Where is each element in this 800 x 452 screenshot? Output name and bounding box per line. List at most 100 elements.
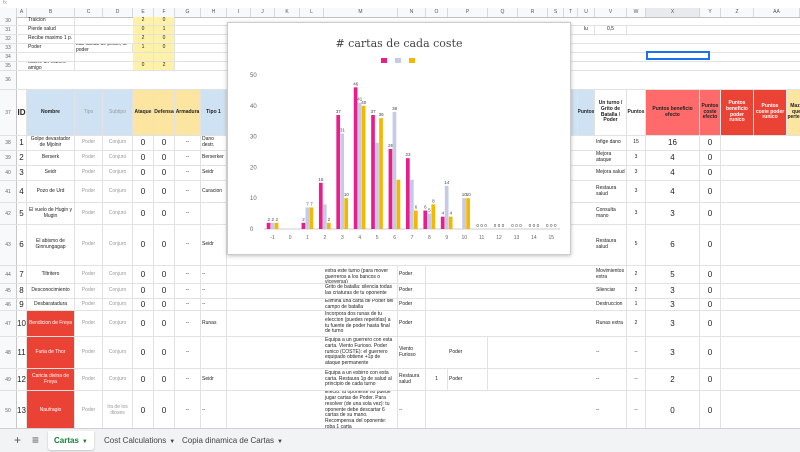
id-cell[interactable]: 10	[17, 311, 27, 336]
column-header-e[interactable]: E	[133, 8, 154, 17]
value-cell[interactable]: 1	[154, 26, 175, 34]
all-sheets-menu-icon[interactable]: ≡	[32, 433, 39, 447]
armadura-cell[interactable]: --	[175, 284, 201, 298]
puntos-cell[interactable]: --	[627, 337, 646, 368]
bar[interactable]	[344, 198, 349, 229]
beneficio-cell[interactable]: 3	[646, 299, 700, 310]
id-cell[interactable]: 4	[17, 181, 27, 202]
id-cell[interactable]: 7	[17, 266, 27, 283]
un-turno-cell[interactable]: --	[595, 391, 627, 428]
bar[interactable]	[379, 118, 383, 229]
tipo1-header[interactable]: Tipo 1	[201, 90, 227, 135]
un-turno-cell[interactable]: Destruccion	[595, 299, 627, 310]
name-cell[interactable]: Pozo de Urd	[27, 181, 75, 202]
side-label[interactable]: lu	[578, 26, 595, 34]
row-number[interactable]: 39	[0, 151, 17, 165]
armadura-header[interactable]: Armadura	[175, 90, 201, 135]
bar[interactable]	[448, 216, 453, 229]
puntos-cell[interactable]: 3	[627, 166, 646, 180]
id-cell[interactable]: 2	[17, 151, 27, 165]
column-header-p[interactable]: P	[448, 8, 488, 17]
mazo-cell[interactable]: Ma	[787, 181, 800, 202]
beneficio-cell[interactable]: 0	[646, 391, 700, 428]
beneficio-header[interactable]: Puntos beneficio efecto	[646, 90, 700, 135]
column-header-v[interactable]: V	[595, 8, 627, 17]
chevron-down-icon[interactable]: ▼	[82, 439, 88, 445]
select-all-corner[interactable]	[0, 8, 17, 17]
id-cell[interactable]: 6	[17, 225, 27, 265]
mazo-cell[interactable]: Ma	[787, 284, 800, 298]
armadura-cell[interactable]: --	[175, 136, 201, 150]
tipo-cell[interactable]: Poder	[75, 284, 103, 298]
puntos-cell[interactable]: 15	[627, 136, 646, 150]
coste-cell[interactable]: 0	[700, 337, 721, 368]
coste-cell[interactable]: 0	[700, 151, 721, 165]
tipo-cell[interactable]: Poder	[75, 166, 103, 180]
value-cell[interactable]: 2	[133, 17, 154, 25]
selected-cell[interactable]	[646, 51, 710, 60]
row-number[interactable]: 38	[0, 136, 17, 150]
row-number[interactable]: 40	[0, 166, 17, 180]
side-value[interactable]: 0,5	[595, 26, 627, 34]
subtipo-cell[interactable]: Conjuro	[103, 369, 133, 390]
column-header-u[interactable]: U	[578, 8, 595, 17]
tipo-cell[interactable]: Poder	[75, 337, 103, 368]
defensa-cell[interactable]: 0	[154, 181, 175, 202]
row-number[interactable]: 32	[0, 35, 17, 43]
defensa-cell[interactable]: 0	[154, 151, 175, 165]
beneficio-cell[interactable]: 4	[646, 151, 700, 165]
row-number[interactable]: 44	[0, 266, 17, 283]
ataque-cell[interactable]: 0	[133, 225, 154, 265]
column-header-j[interactable]: J	[251, 8, 275, 17]
name-cell[interactable]: El abismo de Ginnungagap	[27, 225, 75, 265]
coste-efecto-header[interactable]: Puntos coste efecto	[700, 90, 721, 135]
row-number[interactable]: 43	[0, 225, 17, 265]
tipo-cell[interactable]: Poder	[75, 225, 103, 265]
ataque-cell[interactable]: 0	[133, 166, 154, 180]
column-header-z[interactable]: Z	[721, 8, 754, 17]
bar[interactable]	[270, 222, 275, 229]
id-cell[interactable]: 9	[17, 299, 27, 310]
mazo-header[interactable]: Mazo que pertene	[787, 90, 800, 135]
bar[interactable]	[423, 210, 428, 229]
bar[interactable]	[301, 222, 306, 229]
mazo-cell[interactable]: Ma	[787, 311, 800, 336]
defensa-cell[interactable]: 0	[154, 337, 175, 368]
column-header-w[interactable]: W	[627, 8, 646, 17]
description-cell[interactable]: Incorpora dos runas de tu eleccion (pued…	[324, 311, 398, 336]
defensa-cell[interactable]: 0	[154, 311, 175, 336]
row-number[interactable]: 30	[0, 17, 17, 25]
beneficio-cell[interactable]: 3	[646, 203, 700, 224]
column-header-n[interactable]: N	[398, 8, 426, 17]
defensa-cell[interactable]: 0	[154, 266, 175, 283]
description-cell[interactable]: Equipa a un guerrero con esta carta. Vie…	[324, 337, 398, 368]
coste-cell[interactable]: 0	[700, 391, 721, 428]
id-cell[interactable]: 1	[17, 136, 27, 150]
ataque-cell[interactable]: 0	[133, 284, 154, 298]
bar[interactable]	[353, 87, 358, 229]
id-cell[interactable]: 11	[17, 337, 27, 368]
beneficio-cell[interactable]: 16	[646, 136, 700, 150]
armadura-cell[interactable]: --	[175, 299, 201, 310]
id-cell[interactable]: 3	[17, 166, 27, 180]
tipo-cell[interactable]: Poder	[75, 299, 103, 310]
puntos-cell[interactable]: --	[627, 369, 646, 390]
description-cell[interactable]: Grito de batalla: silencia todas las cri…	[324, 284, 398, 298]
name-cell[interactable]: Caricia divina de Freya	[27, 369, 75, 390]
bar[interactable]	[266, 222, 271, 229]
tipo1-cell[interactable]: Runas	[201, 311, 227, 336]
tipo-cell[interactable]: Poder	[75, 391, 103, 428]
name-cell[interactable]: Seidr	[27, 166, 75, 180]
bar[interactable]	[375, 142, 379, 229]
effect-cell[interactable]: Restaura salud	[398, 369, 426, 390]
bar[interactable]	[361, 105, 366, 229]
bar[interactable]	[357, 102, 362, 229]
mazo-cell[interactable]: Ma	[787, 266, 800, 283]
beneficio-cell[interactable]: 4	[646, 181, 700, 202]
row-note[interactable]: Las cartas de poder, al poder	[75, 44, 133, 52]
value-cell[interactable]: 0	[154, 17, 175, 25]
un-turno-cell[interactable]: Runas extra	[595, 311, 627, 336]
name-cell[interactable]: El vuelo de Hugin y Mugin	[27, 203, 75, 224]
coste-cell[interactable]: 0	[700, 369, 721, 390]
bar[interactable]	[371, 115, 375, 229]
